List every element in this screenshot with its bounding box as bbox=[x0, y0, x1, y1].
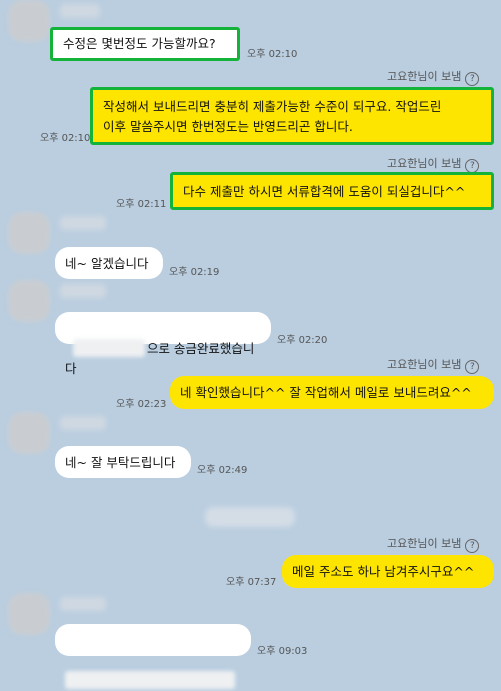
sender-name-blurred bbox=[60, 416, 106, 430]
sender-label-text: 고요한님이 보냄 bbox=[387, 358, 462, 371]
message-timestamp: 오후 02:19 bbox=[169, 267, 220, 278]
sender-label: 고요한님이 보냄? bbox=[387, 68, 480, 86]
sender-name-blurred bbox=[60, 216, 106, 230]
question-circle-icon[interactable]: ? bbox=[465, 360, 480, 374]
sender-label-text: 고요한님이 보냄 bbox=[387, 157, 462, 170]
sender-label-text: 고요한님이 보냄 bbox=[387, 537, 462, 550]
avatar[interactable] bbox=[8, 412, 50, 454]
message-bubble-incoming[interactable]: 네~ 알겠습니다 bbox=[55, 247, 163, 279]
message-timestamp: 오후 02:49 bbox=[197, 465, 248, 476]
avatar[interactable] bbox=[8, 593, 50, 635]
redacted-text bbox=[72, 339, 145, 357]
message-timestamp: 오후 02:11 bbox=[116, 199, 167, 210]
message-timestamp: 오후 02:23 bbox=[116, 399, 167, 410]
sender-name-blurred bbox=[60, 284, 106, 298]
message-bubble-outgoing[interactable]: 작성해서 보내드리면 충분히 제출가능한 수준이 되구요. 작업드린 이후 말씀… bbox=[90, 87, 494, 145]
question-circle-icon[interactable]: ? bbox=[465, 72, 480, 86]
message-timestamp: 오후 09:03 bbox=[257, 646, 308, 657]
avatar[interactable] bbox=[8, 212, 50, 254]
avatar[interactable] bbox=[8, 0, 50, 42]
message-timestamp: 오후 02:20 bbox=[277, 335, 328, 346]
sender-name-blurred bbox=[60, 4, 100, 18]
message-bubble-incoming[interactable]: 으로 송금완료했습니다 bbox=[55, 312, 271, 376]
message-timestamp: 오후 07:37 bbox=[226, 577, 277, 588]
sender-label: 고요한님이 보냄? bbox=[387, 535, 480, 553]
message-bubble-incoming[interactable]: 수정은 몇번정도 가능할까요? bbox=[50, 27, 240, 61]
sender-label: 고요한님이 보냄? bbox=[387, 155, 480, 173]
message-bubble-incoming[interactable] bbox=[55, 624, 251, 689]
sender-name-blurred bbox=[60, 597, 106, 611]
message-timestamp: 오후 02:10 bbox=[40, 133, 91, 144]
date-divider-blurred bbox=[205, 507, 295, 527]
redacted-text bbox=[65, 671, 235, 689]
avatar[interactable] bbox=[8, 280, 50, 322]
sender-label: 고요한님이 보냄? bbox=[387, 356, 480, 374]
message-bubble-outgoing[interactable]: 메일 주소도 하나 남겨주시구요^^ bbox=[282, 555, 494, 588]
message-timestamp: 오후 02:10 bbox=[247, 49, 298, 60]
message-bubble-incoming[interactable]: 네~ 잘 부탁드립니다 bbox=[55, 446, 191, 478]
message-bubble-outgoing[interactable]: 다수 제출만 하시면 서류합격에 도움이 되실겁니다^^ bbox=[170, 172, 494, 210]
message-bubble-outgoing[interactable]: 네 확인했습니다^^ 잘 작업해서 메일로 보내드려요^^ bbox=[170, 376, 494, 409]
question-circle-icon[interactable]: ? bbox=[465, 159, 480, 173]
question-circle-icon[interactable]: ? bbox=[465, 539, 480, 553]
sender-label-text: 고요한님이 보냄 bbox=[387, 70, 462, 83]
